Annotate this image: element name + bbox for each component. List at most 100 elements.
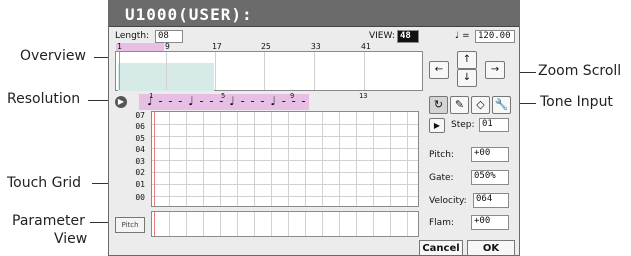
- grid-row-label: 06: [135, 122, 145, 131]
- param-vline: [203, 212, 204, 236]
- grid-vline: [288, 112, 289, 206]
- step-field[interactable]: 01: [479, 118, 509, 132]
- grid-row-label: 00: [135, 193, 145, 202]
- flam-field[interactable]: +00: [471, 215, 509, 230]
- gate-field[interactable]: 050%: [471, 170, 509, 185]
- parameter-select-button[interactable]: Pitch: [115, 217, 145, 233]
- gate-label: Gate:: [429, 173, 454, 183]
- grid-hline: [152, 136, 418, 137]
- grid-vline: [305, 112, 306, 206]
- overview-gridline: [264, 52, 265, 90]
- grid-vline: [271, 112, 272, 206]
- grid-vline: [356, 112, 357, 206]
- zoom-scroll-callout: Zoom Scroll: [538, 63, 622, 79]
- grid-hline: [152, 160, 418, 161]
- param-vline: [220, 212, 221, 236]
- parameter-view-callout-line2: View: [54, 231, 88, 247]
- grid-row-label: 04: [135, 145, 145, 154]
- grid-vline: [339, 112, 340, 206]
- resolution-callout: Resolution: [7, 91, 81, 107]
- scroll-up-button[interactable]: ↑: [457, 51, 477, 69]
- title-bar: U1000(USER):: [109, 1, 519, 27]
- param-vline: [186, 212, 187, 236]
- grid-vline: [186, 112, 187, 206]
- param-vline: [254, 212, 255, 236]
- eraser-icon[interactable]: ◇: [471, 96, 490, 114]
- grid-vline: [322, 112, 323, 206]
- view-label: VIEW:: [369, 31, 395, 41]
- param-vline: [237, 212, 238, 236]
- tempo-field[interactable]: 120.00: [475, 30, 515, 43]
- step-label: Step:: [451, 120, 475, 130]
- grid-hline: [152, 184, 418, 185]
- page-title: U1000(USER):: [125, 5, 253, 24]
- param-vline: [390, 212, 391, 236]
- overview-ruler: 1 9 17 25 33 41: [115, 42, 423, 51]
- param-vline: [169, 212, 170, 236]
- param-vline: [339, 212, 340, 236]
- grid-vline: [254, 112, 255, 206]
- param-vline: [288, 212, 289, 236]
- wrench-icon[interactable]: 🔧: [492, 96, 511, 114]
- scroll-right-button[interactable]: →: [485, 61, 505, 79]
- touch-grid-callout: Touch Grid: [7, 175, 82, 191]
- grid-row-label: 03: [135, 157, 145, 166]
- grid-row-label: 01: [135, 180, 145, 189]
- view-field[interactable]: 48: [397, 30, 419, 43]
- length-label: Length:: [115, 31, 150, 41]
- overview-ruler-mark: 9: [165, 42, 170, 51]
- overview-gridline: [215, 52, 216, 90]
- parameter-view[interactable]: [151, 211, 419, 237]
- overview-callout: Overview: [20, 48, 86, 64]
- resolution-row: ▶ 1 5 9 13 ♩ - - - ♩ - - - ♩ - - - ♩ - -…: [109, 92, 427, 111]
- param-vline: [322, 212, 323, 236]
- tempo-label: ♩ =: [455, 31, 470, 41]
- flam-label: Flam:: [429, 218, 454, 228]
- overview-view-highlight: [116, 43, 164, 51]
- resolution-notes: ♩ - - - ♩ - - - ♩ - - - ♩ - - -: [147, 94, 307, 108]
- ok-button[interactable]: OK: [467, 240, 515, 255]
- grid-vline: [373, 112, 374, 206]
- overview-gridline: [314, 52, 315, 90]
- pitch-label: Pitch:: [429, 150, 454, 160]
- grid-hline: [152, 124, 418, 125]
- overview-ruler-mark: 17: [212, 42, 222, 51]
- tone-input-callout: Tone Input: [540, 94, 613, 110]
- grid-hline: [152, 196, 418, 197]
- scroll-down-button[interactable]: ↓: [457, 69, 477, 87]
- play-step-button[interactable]: ▶: [429, 118, 445, 133]
- cancel-button[interactable]: Cancel: [419, 240, 463, 255]
- overview-ruler-mark: 33: [311, 42, 321, 51]
- step-sequencer-screen: U1000(USER): Length: 08 VIEW: 48 ♩ = 120…: [108, 0, 520, 256]
- grid-vline: [203, 112, 204, 206]
- loop-icon[interactable]: ↻: [429, 96, 448, 114]
- pitch-field[interactable]: +00: [471, 147, 509, 162]
- parameter-view-callout: Parameter: [12, 213, 85, 229]
- grid-vline: [390, 112, 391, 206]
- overview-ruler-mark: 1: [117, 42, 122, 51]
- grid-row-label: 07: [135, 111, 145, 120]
- overview-ruler-mark: 41: [361, 42, 371, 51]
- grid-vline: [169, 112, 170, 206]
- touch-grid[interactable]: [151, 111, 419, 207]
- grid-hline: [152, 148, 418, 149]
- grid-vline: [220, 112, 221, 206]
- param-vline: [373, 212, 374, 236]
- overview-playhead: [119, 52, 120, 90]
- grid-vline: [237, 112, 238, 206]
- grid-playhead: [154, 112, 155, 206]
- resolution-button[interactable]: ▶: [115, 96, 127, 108]
- grid-hline: [152, 172, 418, 173]
- overview-ruler-mark: 25: [261, 42, 271, 51]
- pencil-icon[interactable]: ✎: [450, 96, 469, 114]
- grid-vline: [407, 112, 408, 206]
- overview-gridline: [166, 52, 167, 90]
- velocity-field[interactable]: 064: [473, 193, 509, 208]
- grid-row-label: 05: [135, 134, 145, 143]
- overview-area[interactable]: [115, 51, 423, 91]
- velocity-label: Velocity:: [429, 196, 467, 206]
- param-playhead: [154, 212, 155, 236]
- scroll-left-button[interactable]: ←: [429, 61, 449, 79]
- param-vline: [407, 212, 408, 236]
- param-vline: [271, 212, 272, 236]
